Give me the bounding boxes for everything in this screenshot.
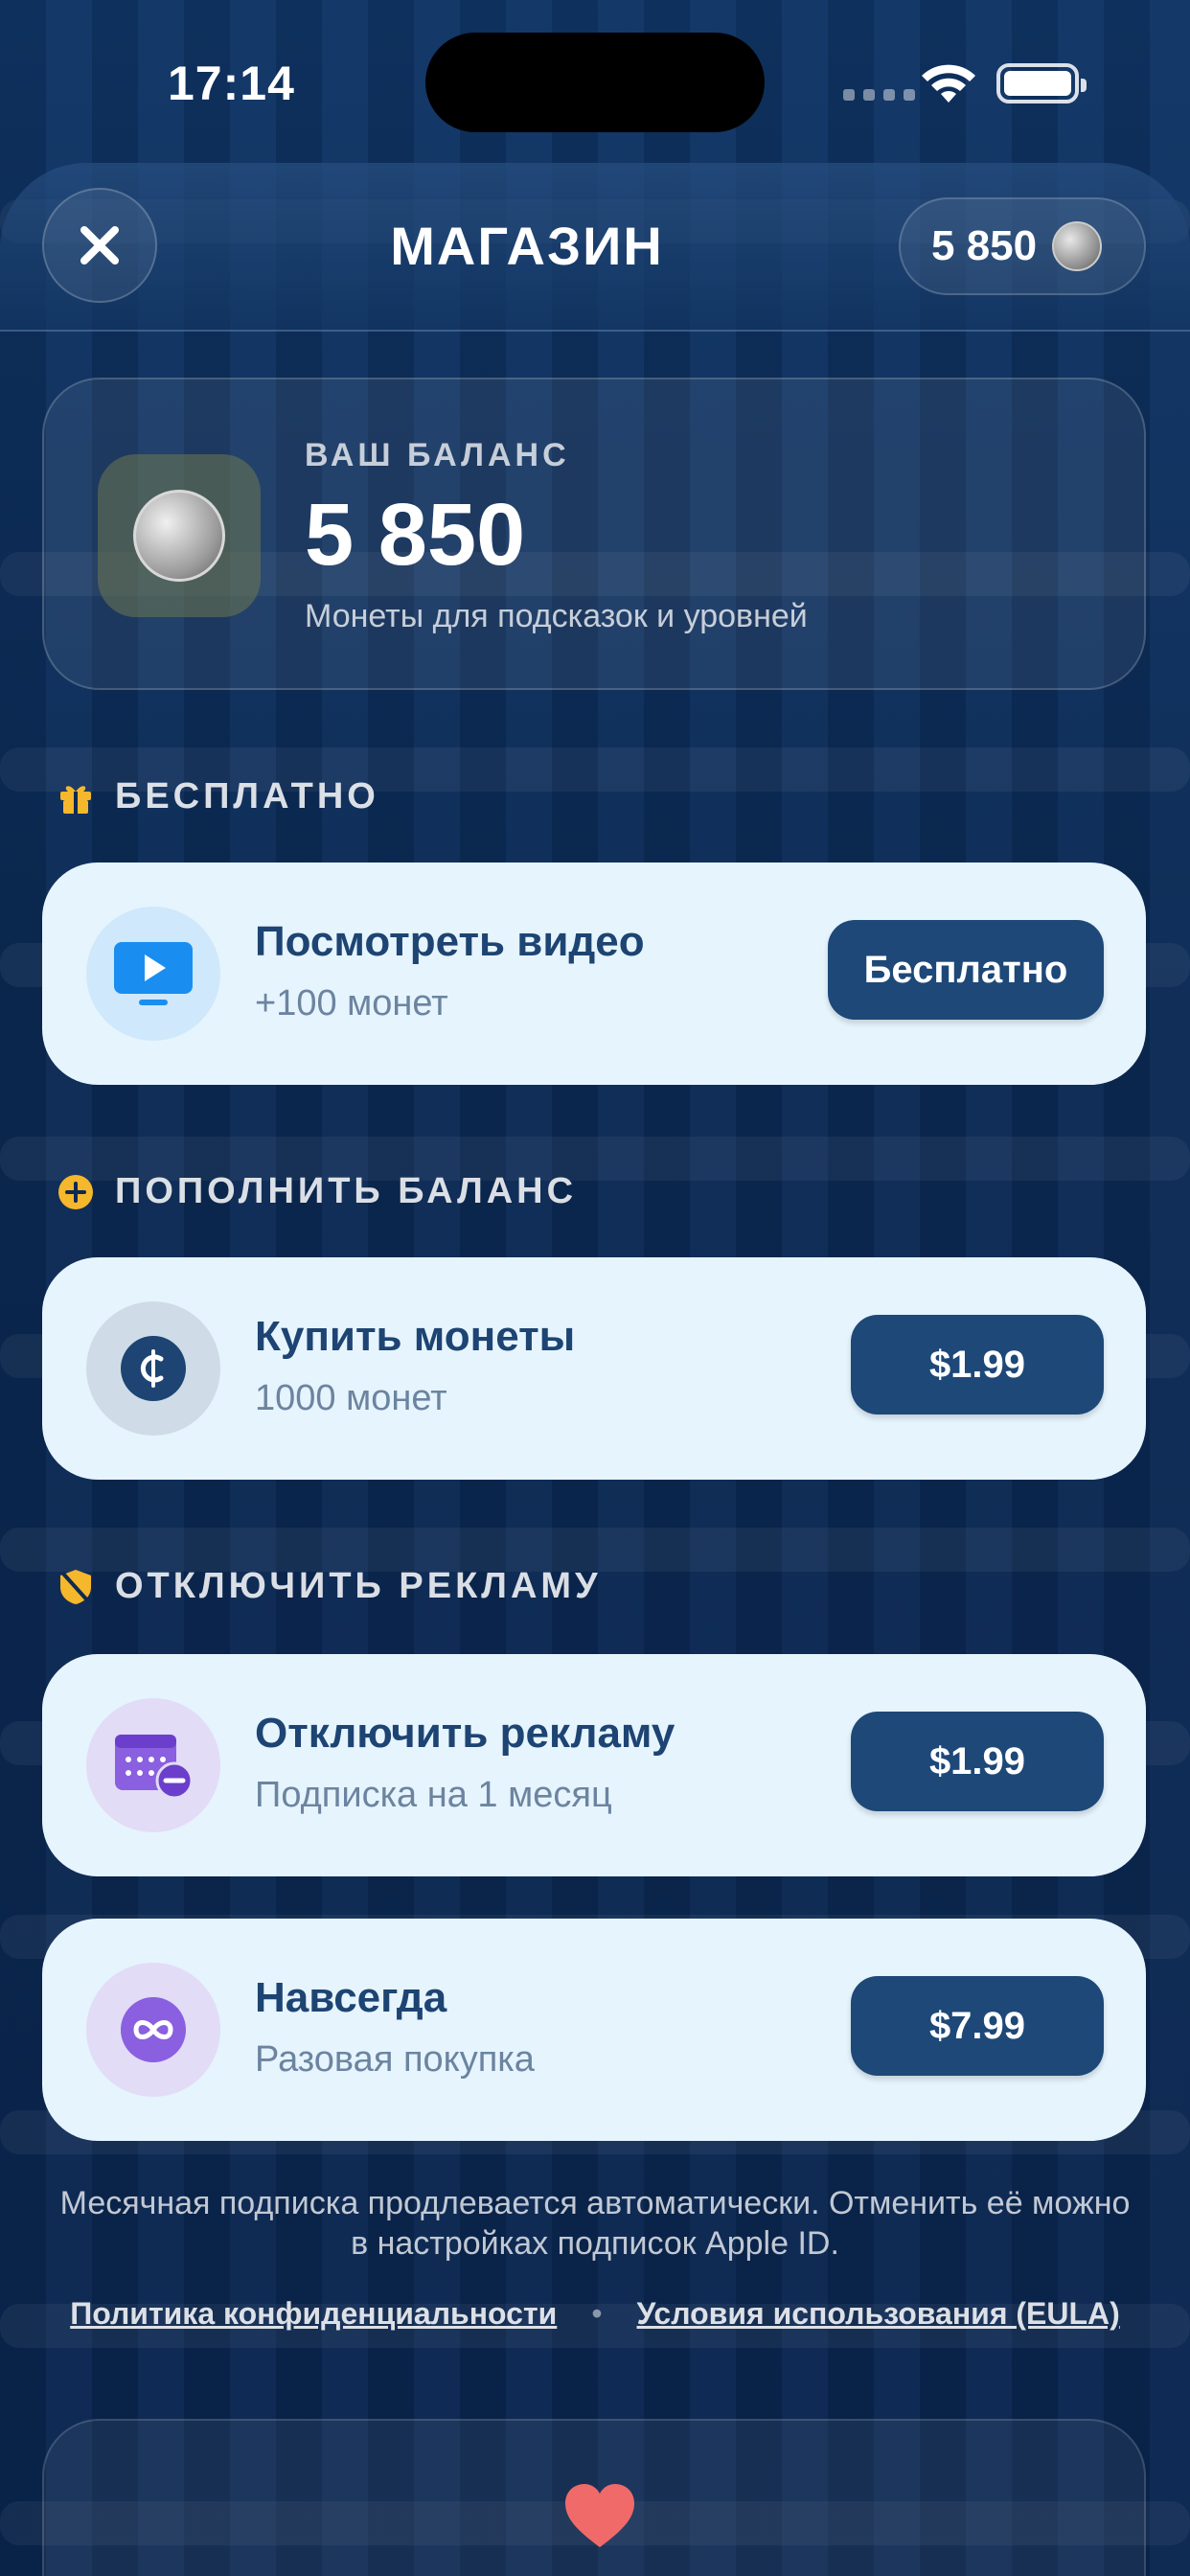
legal-links: Политика конфиденциальности • Условия ис… [0, 2296, 1190, 2332]
buy-coins-card: Купить монеты 1000 монет $1.99 [42, 1257, 1146, 1480]
section-header-free: БЕСПЛАТНО [57, 776, 379, 817]
section-header-noads: ОТКЛЮЧИТЬ РЕКЛАМУ [57, 1566, 602, 1607]
coins-icon-circle [86, 1301, 220, 1436]
remove-ads-forever-price-button[interactable]: $7.99 [851, 1976, 1104, 2076]
cellular-signal-icon [843, 89, 915, 101]
heart-icon [565, 2484, 634, 2547]
coin-icon [133, 490, 225, 582]
video-icon [114, 942, 193, 1005]
section-title: ОТКЛЮЧИТЬ РЕКЛАМУ [115, 1566, 602, 1606]
item-title: Отключить рекламу [255, 1710, 675, 1757]
balance-subtitle: Монеты для подсказок и уровней [305, 598, 808, 634]
remove-ads-month-card: Отключить рекламу Подписка на 1 месяц $1… [42, 1654, 1146, 1876]
dynamic-island [425, 33, 765, 132]
section-title: БЕСПЛАТНО [115, 776, 379, 816]
item-title: Купить монеты [255, 1313, 576, 1360]
balance-value: 5 850 [305, 486, 526, 584]
support-card [42, 2419, 1146, 2576]
item-subtitle: 1000 монет [255, 1378, 447, 1418]
subscription-note: Месячная подписка продлевается автоматич… [59, 2185, 1131, 2262]
calendar-icon-circle [86, 1698, 220, 1832]
page-title: МАГАЗИН [390, 216, 664, 276]
section-title: ПОПОЛНИТЬ БАЛАНС [115, 1171, 578, 1211]
item-title: Посмотреть видео [255, 918, 645, 965]
status-time: 17:14 [168, 57, 295, 110]
plus-circle-icon [58, 1174, 93, 1209]
section-header-topup: ПОПОЛНИТЬ БАЛАНС [57, 1171, 577, 1212]
terms-link[interactable]: Условия использования (EULA) [637, 2296, 1120, 2332]
remove-ads-forever-card: Навсегда Разовая покупка $7.99 [42, 1919, 1146, 2141]
infinity-icon [121, 1997, 186, 2062]
cent-icon [121, 1336, 186, 1401]
item-title: Навсегда [255, 1974, 447, 2021]
infinity-icon-circle [86, 1963, 220, 2097]
item-subtitle: Подписка на 1 месяц [255, 1775, 612, 1815]
link-separator: • [591, 2296, 603, 2331]
battery-icon [996, 63, 1087, 104]
ad-block-icon [60, 1569, 91, 1604]
buy-coins-price-button[interactable]: $1.99 [851, 1315, 1104, 1414]
header-balance-pill: 5 850 [899, 197, 1146, 295]
privacy-policy-link[interactable]: Политика конфиденциальности [70, 2296, 557, 2332]
gift-icon [60, 785, 91, 814]
balance-coin-box [98, 454, 261, 617]
remove-ads-month-price-button[interactable]: $1.99 [851, 1712, 1104, 1811]
video-icon-circle [86, 907, 220, 1041]
item-subtitle: +100 монет [255, 983, 448, 1024]
wifi-icon [922, 64, 975, 103]
watch-video-card: Посмотреть видео +100 монет Бесплатно [42, 862, 1146, 1085]
balance-label: ВАШ БАЛАНС [305, 437, 570, 473]
coin-icon [1052, 221, 1103, 271]
item-subtitle: Разовая покупка [255, 2039, 535, 2080]
calendar-minus-icon [115, 1735, 194, 1800]
shop-header: МАГАЗИН 5 850 [0, 163, 1190, 332]
watch-video-button[interactable]: Бесплатно [828, 920, 1104, 1020]
status-bar: 17:14 [0, 0, 1190, 163]
balance-card: ВАШ БАЛАНС 5 850 Монеты для подсказок и … [42, 378, 1146, 690]
header-balance-value: 5 850 [931, 222, 1038, 269]
